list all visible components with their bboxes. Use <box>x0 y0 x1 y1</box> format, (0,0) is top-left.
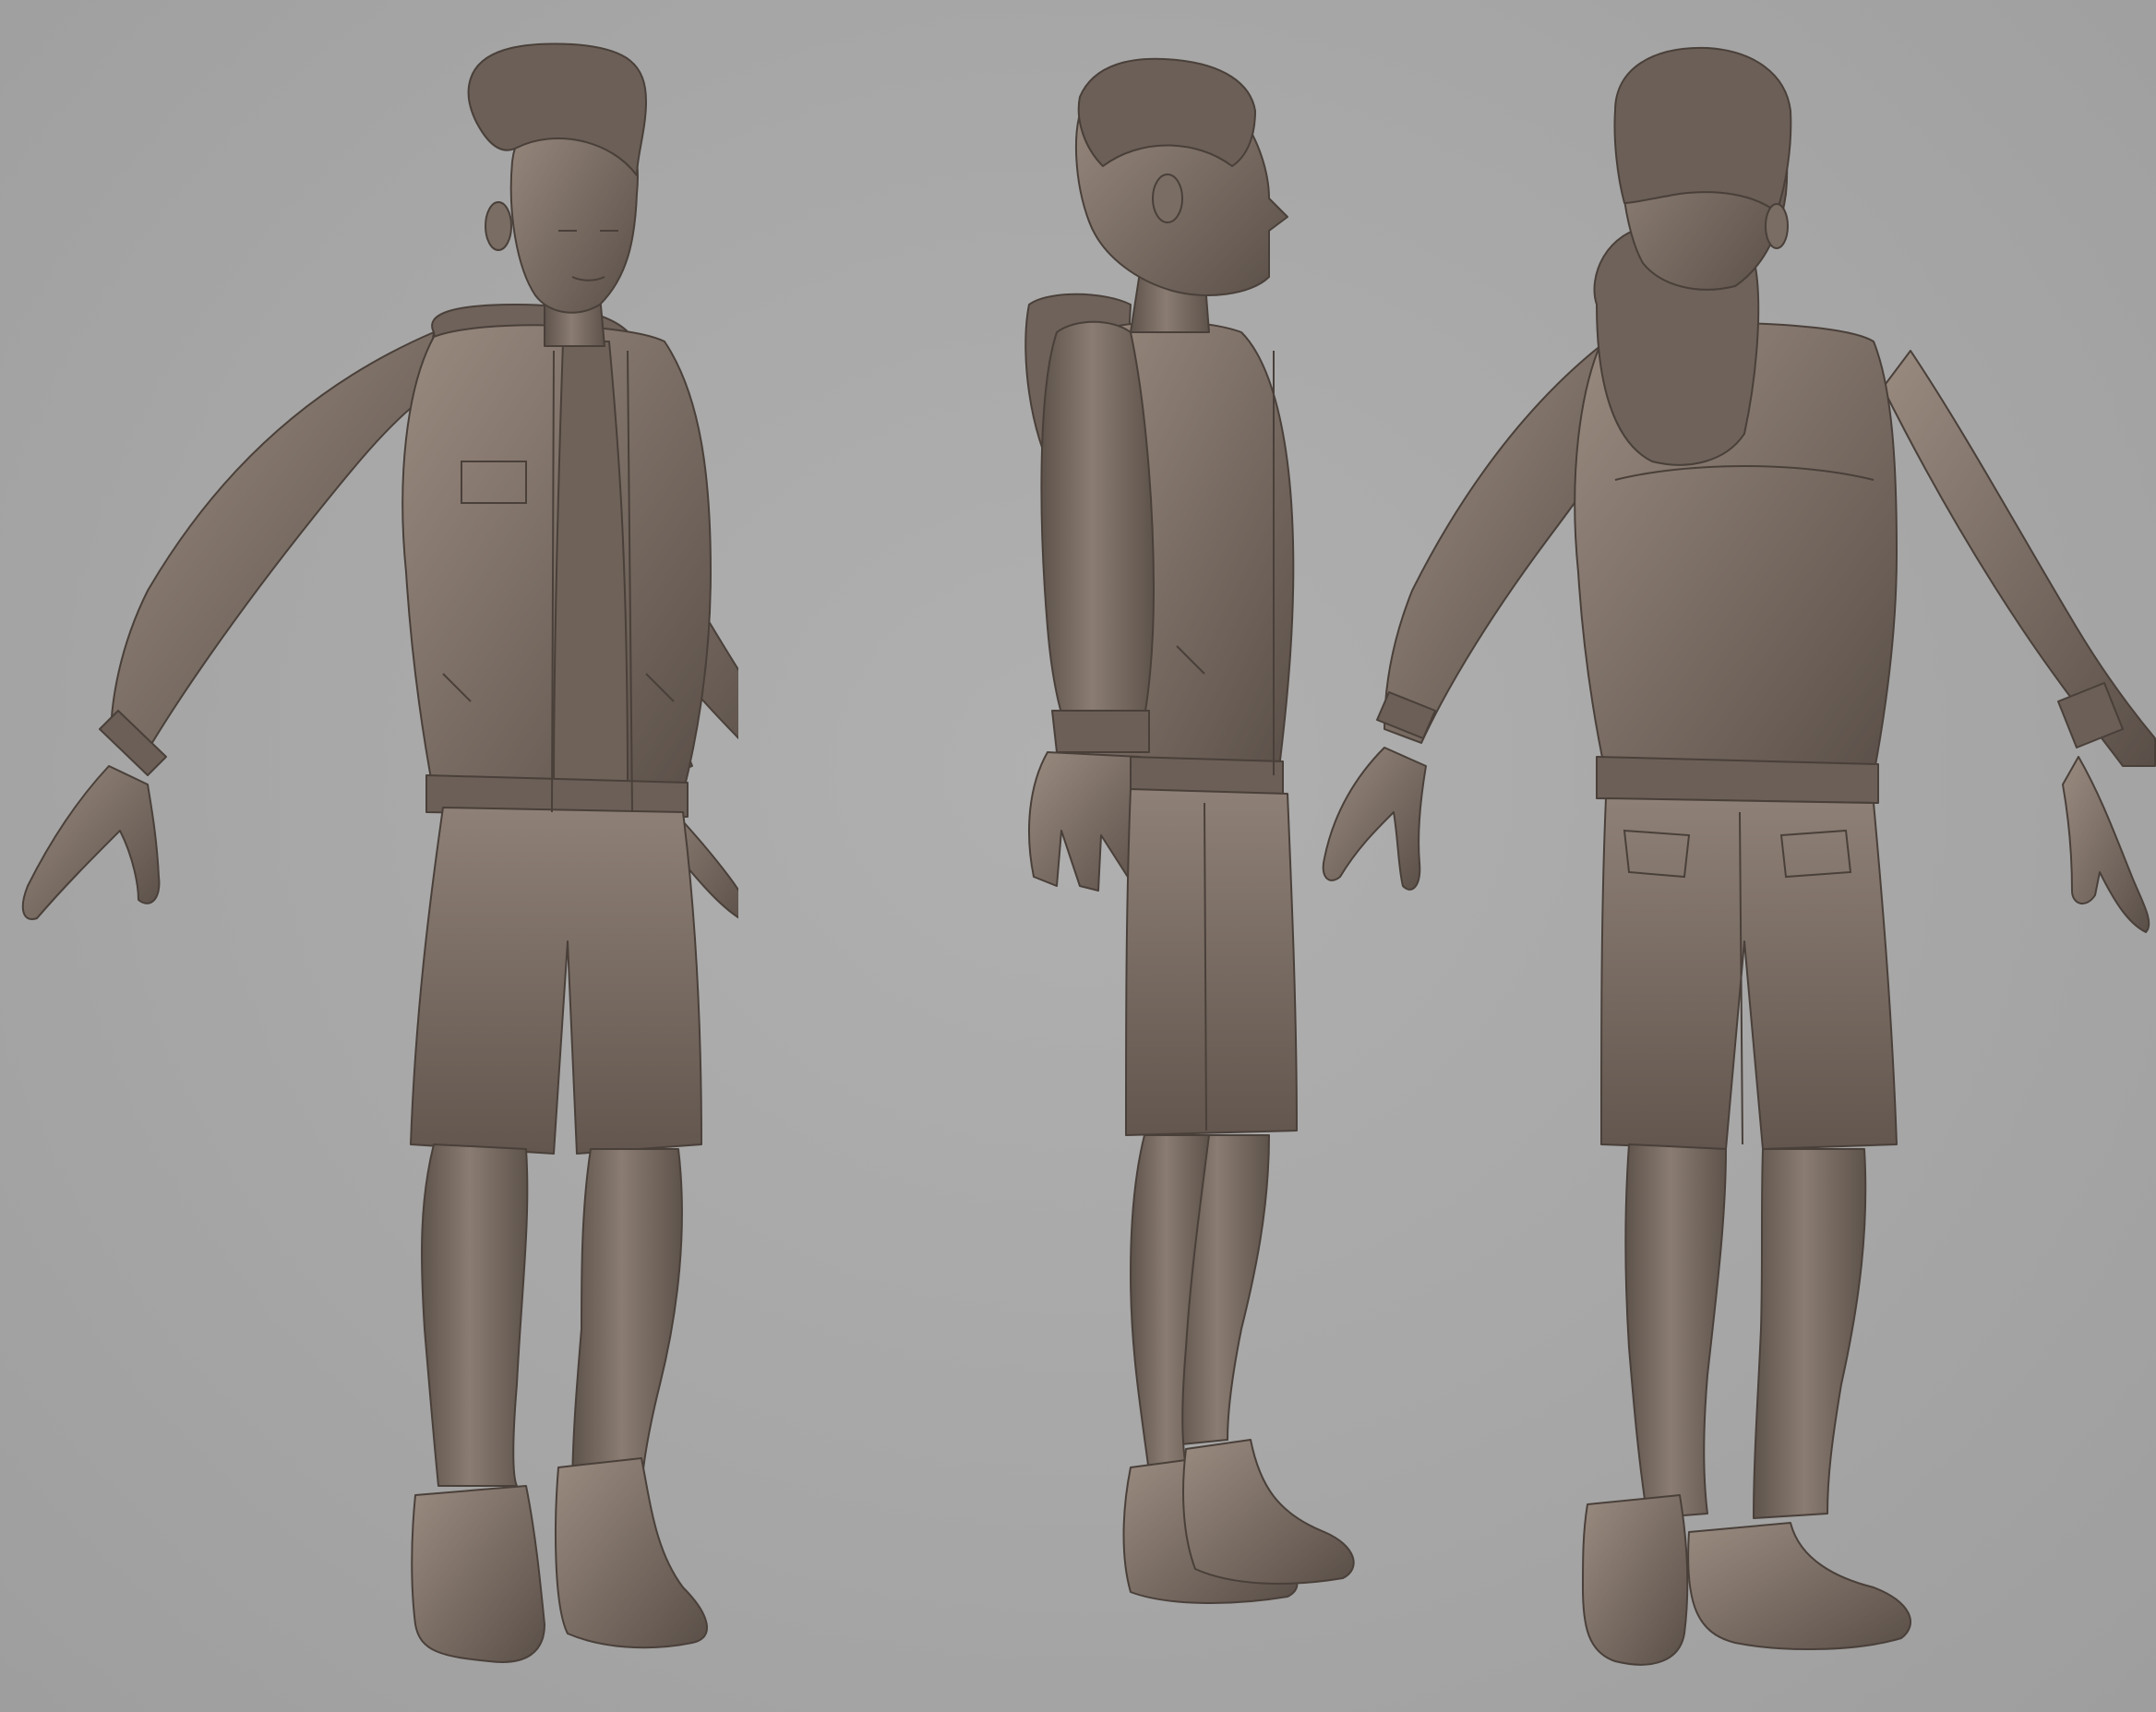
back-three-quarter-view <box>1322 46 2156 1666</box>
front-three-quarter-view <box>21 42 738 1663</box>
viewport-canvas <box>0 0 2156 1712</box>
